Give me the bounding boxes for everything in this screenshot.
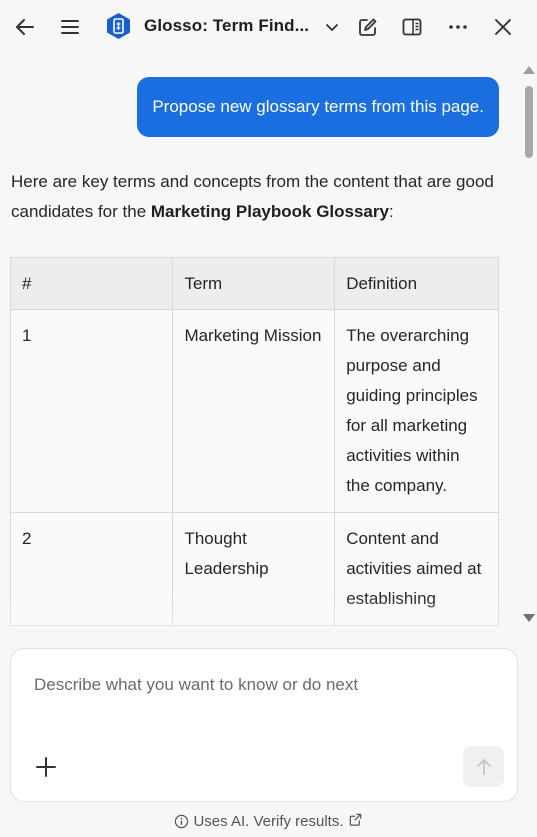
user-message-bubble: Propose new glossary terms from this pag… [137,77,499,137]
glossary-name: Marketing Playbook Glossary [150,202,389,221]
assistant-reply-intro: Here are key terms and concepts from the… [11,167,503,227]
scrollbar-thumb[interactable] [525,86,533,158]
menu-icon [61,20,79,34]
sidebar-toggle-icon [402,18,422,36]
add-attachment-button[interactable] [34,755,58,779]
glossary-terms-table: # Term Definition 1 Marketing Mission Th… [9,257,499,626]
back-arrow-icon [16,19,34,35]
external-link-icon [349,813,361,826]
close-icon [495,19,511,35]
scroll-down-arrow-icon[interactable] [523,614,535,622]
message-composer[interactable]: Describe what you want to know or do nex… [10,648,518,802]
ai-disclaimer: Uses AI. Verify results. [0,812,537,831]
new-chat-button[interactable] [353,12,383,42]
conversation-area[interactable]: Propose new glossary terms from this pag… [0,54,537,628]
send-arrow-icon [476,758,491,775]
table-header-row: # Term Definition [9,257,499,310]
info-icon [175,814,189,829]
app-logo [105,12,132,40]
sidebar-toggle-button[interactable] [397,12,427,42]
header-bar: Glosso: Term Find... [0,0,537,54]
plus-icon [36,757,56,777]
cell-definition: Content and activities aimed at establis… [334,512,499,626]
table-row: 2 Thought Leadership Content and activit… [9,512,499,626]
app-switcher-dropdown[interactable] [317,12,347,42]
close-button[interactable] [488,12,518,42]
send-button[interactable] [463,746,504,787]
edit-icon [359,18,377,36]
cell-number: 2 [9,512,174,626]
more-options-button[interactable] [443,12,473,42]
disclaimer-text: Uses AI. Verify results. [193,813,344,830]
cell-term: Thought Leadership [172,512,336,626]
menu-button[interactable] [55,12,85,42]
cell-number: 1 [9,309,174,513]
column-header-number: # [9,257,174,310]
back-button[interactable] [10,12,40,42]
cell-definition: The overarching purpose and guiding prin… [334,309,499,513]
app-title: Glosso: Term Find... [144,16,310,35]
message-input[interactable]: Describe what you want to know or do nex… [34,675,494,695]
table-row: 1 Marketing Mission The overarching purp… [9,309,499,513]
scrollbar[interactable] [521,66,535,626]
verify-results-link[interactable] [348,812,363,831]
reply-end-text: : [388,202,394,221]
column-header-definition: Definition [334,257,499,310]
scroll-up-arrow-icon[interactable] [523,66,535,74]
chevron-down-icon [326,24,338,31]
more-icon [449,25,467,29]
column-header-term: Term [172,257,336,310]
cell-term: Marketing Mission [172,309,336,513]
